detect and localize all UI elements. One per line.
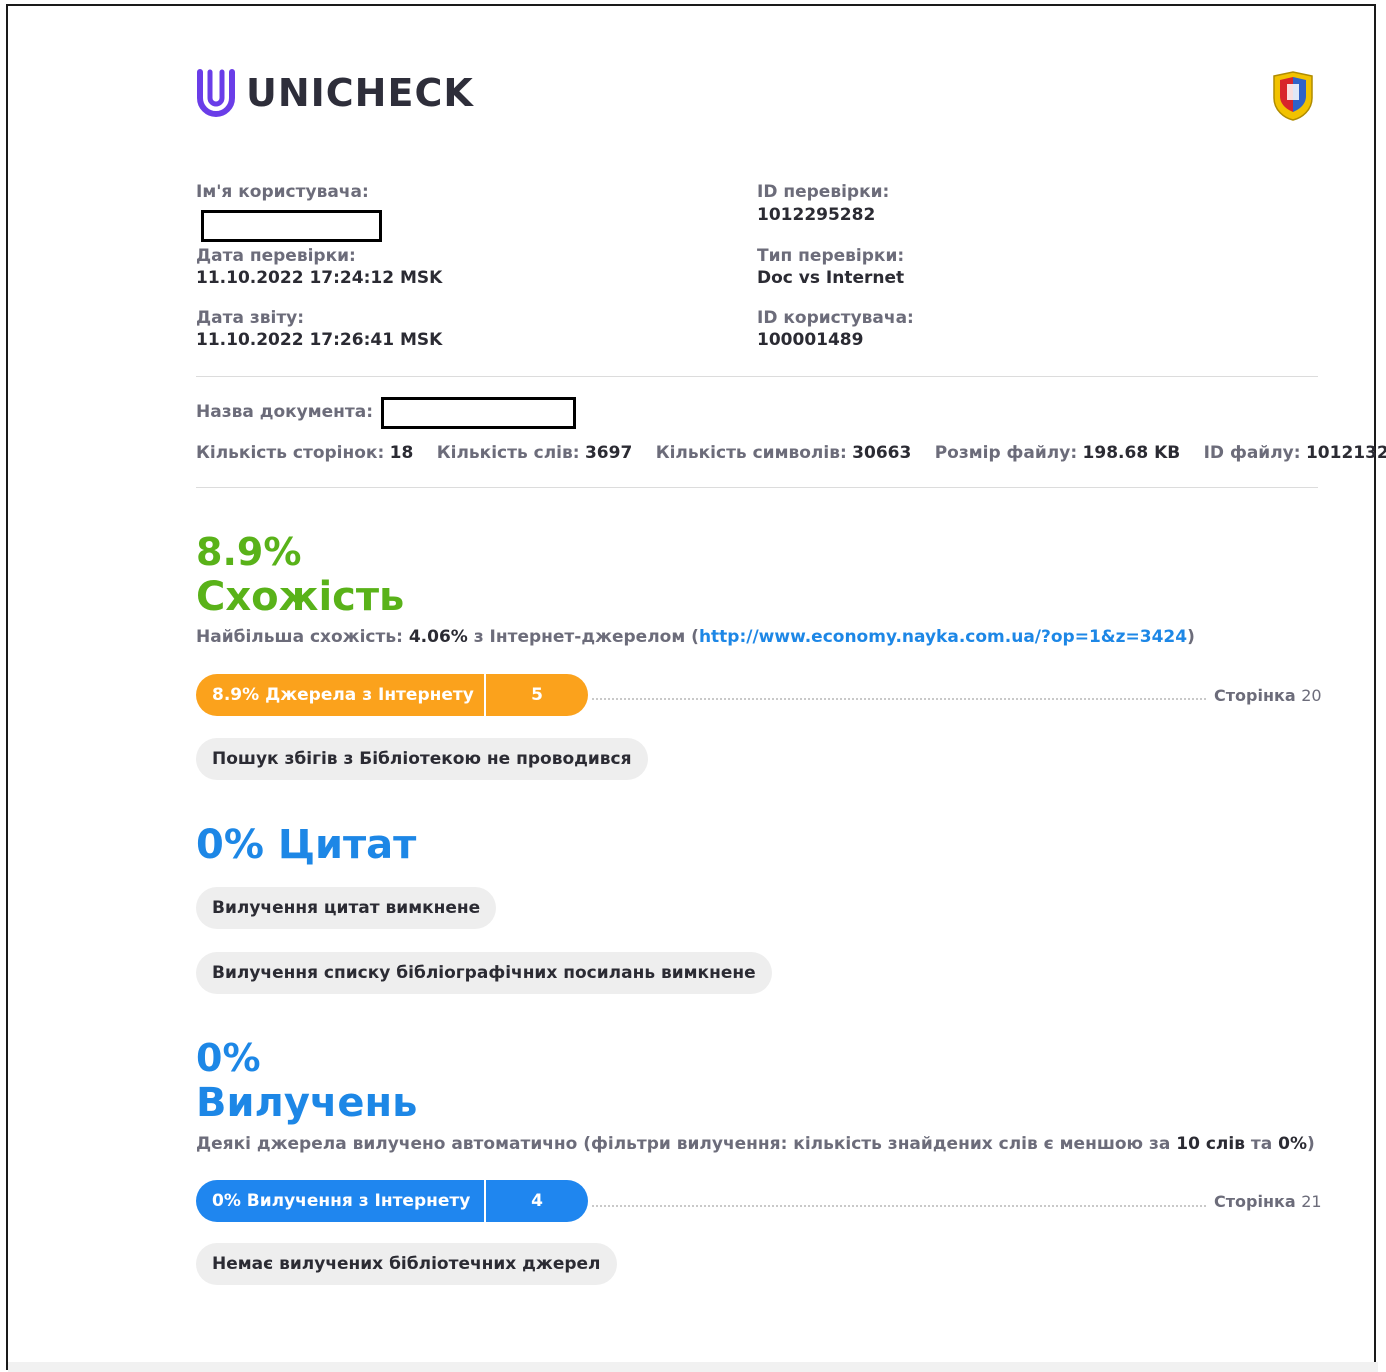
citations-title: 0% Цитат — [196, 822, 417, 868]
similarity-desc-middle: з Інтернет-джерелом ( — [473, 627, 699, 647]
size-label: Розмір файлу: — [934, 443, 1078, 463]
file-id-value: 1012132815 — [1305, 443, 1386, 463]
internet-exclusions-count: 4 — [531, 1191, 543, 1211]
user-id-value: 100001489 — [757, 330, 864, 350]
unicheck-logo: UNICHECK — [196, 68, 474, 118]
size-value: 198.68 KB — [1082, 443, 1181, 463]
exclusions-page-ref[interactable]: Сторінка 21 — [1214, 1192, 1322, 1211]
report-date-value: 11.10.2022 17:26:41 MSK — [196, 330, 443, 350]
internet-sources-label: 8.9% Джерела з Інтернету — [196, 674, 486, 716]
document-name-redacted — [381, 397, 576, 429]
similarity-percent: 8.9% — [196, 530, 302, 574]
pages-value: 18 — [389, 443, 414, 463]
check-type-label: Тип перевірки: — [757, 246, 905, 266]
exclusions-desc-words: 10 слів — [1176, 1134, 1245, 1154]
citations-note-chip: Вилучення цитат вимкнене — [196, 887, 497, 929]
similarity-desc-value: 4.06% — [408, 627, 468, 647]
page-ref-number: 20 — [1301, 686, 1322, 705]
check-date-label: Дата перевірки: — [196, 246, 356, 266]
similarity-source-link[interactable]: http://www.economy.nayka.com.ua/?op=1&z=… — [699, 627, 1187, 647]
check-date-value: 11.10.2022 17:24:12 MSK — [196, 268, 443, 288]
file-id-label: ID файлу: — [1203, 443, 1301, 463]
internet-exclusions-label: 0% Вилучення з Інтернету — [196, 1180, 486, 1222]
check-type-value: Doc vs Internet — [757, 268, 905, 288]
similarity-page-ref[interactable]: Сторінка 20 — [1214, 686, 1322, 705]
user-name-redacted — [201, 210, 382, 242]
chars-label: Кількість символів: — [655, 443, 847, 463]
check-id-value: 1012295282 — [757, 205, 876, 225]
page-ref-label: Сторінка — [1214, 686, 1296, 705]
similarity-desc-suffix: ) — [1187, 627, 1195, 647]
similarity-desc-prefix: Найбільша схожість: — [196, 627, 403, 647]
similarity-title: Схожість — [196, 574, 405, 620]
document-name-label: Назва документа: — [196, 402, 374, 422]
similarity-description: Найбільша схожість: 4.06% з Інтернет-дже… — [196, 627, 1195, 647]
page-ref-label: Сторінка — [1214, 1192, 1296, 1211]
page-bottom-edge — [8, 1362, 1378, 1372]
internet-sources-count: 5 — [531, 685, 543, 705]
internet-exclusions-bar[interactable]: 0% Вилучення з Інтернету 4 — [196, 1180, 588, 1222]
internet-sources-bar[interactable]: 8.9% Джерела з Інтернету 5 — [196, 674, 588, 716]
bibliography-note-chip: Вилучення списку бібліографічних посилан… — [196, 952, 772, 994]
check-id-label: ID перевірки: — [757, 182, 890, 202]
exclusions-percent: 0% — [196, 1036, 261, 1080]
exclusions-desc-pct: 0% — [1278, 1134, 1308, 1154]
pages-label: Кількість сторінок: — [196, 443, 385, 463]
dotted-leader — [592, 698, 1206, 700]
excluded-library-note-chip: Немає вилучених бібліотечних джерел — [196, 1243, 617, 1285]
exclusions-desc-and: та — [1250, 1134, 1273, 1154]
divider — [196, 376, 1318, 377]
exclusions-desc-prefix: Деякі джерела вилучено автоматично (філь… — [196, 1134, 1171, 1154]
report-date-label: Дата звіту: — [196, 308, 305, 328]
library-note-chip: Пошук збігів з Бібліотекою не проводився — [196, 738, 648, 780]
user-name-label: Ім'я користувача: — [196, 182, 369, 202]
words-value: 3697 — [584, 443, 633, 463]
divider — [196, 487, 1318, 488]
user-id-label: ID користувача: — [757, 308, 914, 328]
university-crest-icon — [1270, 70, 1316, 126]
exclusions-desc-suffix: ) — [1307, 1134, 1315, 1154]
exclusions-description: Деякі джерела вилучено автоматично (філь… — [196, 1134, 1315, 1154]
dotted-leader — [592, 1205, 1206, 1207]
page-ref-number: 21 — [1301, 1192, 1322, 1211]
exclusions-title: Вилучень — [196, 1080, 418, 1126]
words-label: Кількість слів: — [436, 443, 580, 463]
document-stats: Кількість сторінок: 18 Кількість слів: 3… — [196, 443, 1386, 463]
logo-text: UNICHECK — [246, 71, 474, 115]
chars-value: 30663 — [852, 443, 912, 463]
unicheck-logo-icon — [197, 69, 235, 117]
